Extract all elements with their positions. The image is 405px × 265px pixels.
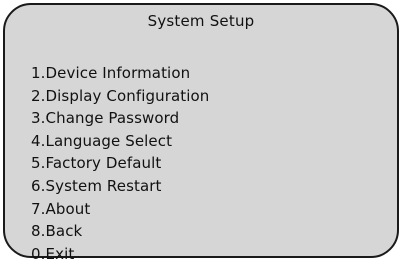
menu-item-language-select[interactable]: 4.Language Select [31, 130, 209, 153]
menu-item-change-password[interactable]: 3.Change Password [31, 107, 209, 130]
menu-item-exit[interactable]: 0.Exit [31, 243, 209, 265]
setup-menu: 1.Device Information 2.Display Configura… [31, 62, 209, 265]
menu-item-factory-default[interactable]: 5.Factory Default [31, 152, 209, 175]
page-title: System Setup [147, 12, 255, 30]
menu-item-about[interactable]: 7.About [31, 198, 209, 221]
menu-item-device-information[interactable]: 1.Device Information [31, 62, 209, 85]
system-setup-panel: System Setup 1.Device Information 2.Disp… [3, 3, 399, 263]
menu-item-system-restart[interactable]: 6.System Restart [31, 175, 209, 198]
menu-item-display-configuration[interactable]: 2.Display Configuration [31, 85, 209, 108]
menu-item-back[interactable]: 8.Back [31, 220, 209, 243]
